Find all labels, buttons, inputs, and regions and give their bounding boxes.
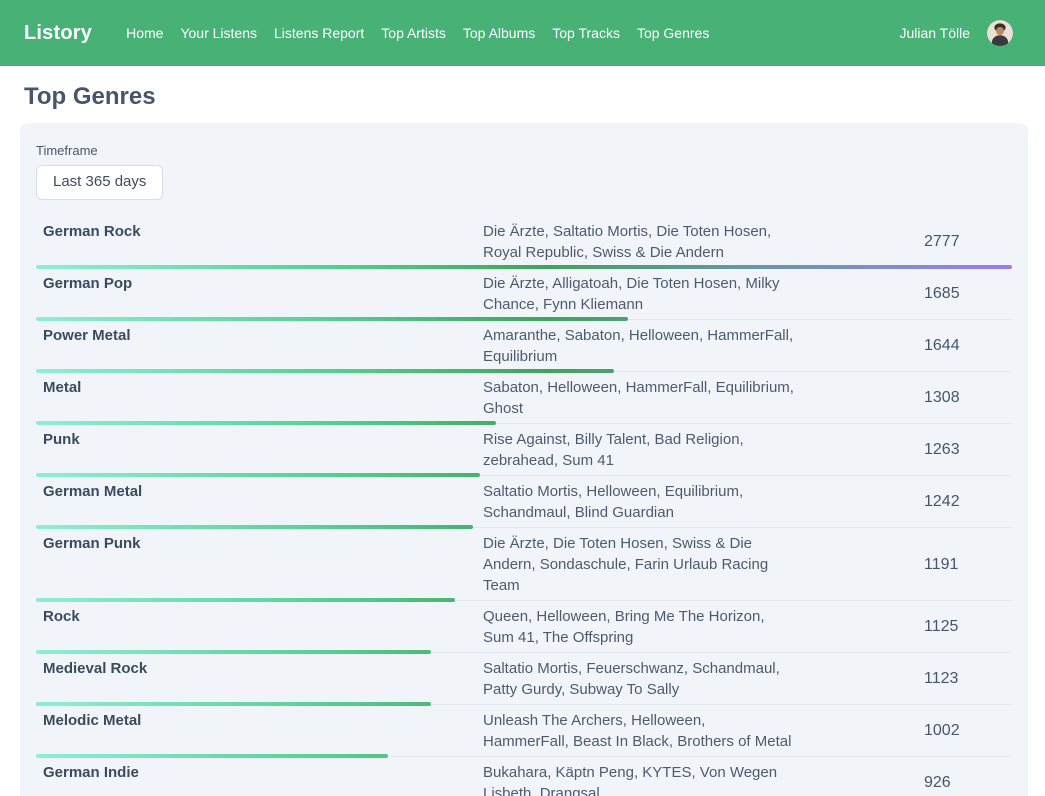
genre-count: 1308 <box>924 377 1012 419</box>
genre-bar <box>36 754 388 758</box>
genre-row: PunkRise Against, Billy Talent, Bad Reli… <box>36 424 1012 476</box>
genre-artists-text: Unleash The Archers, Helloween, HammerFa… <box>483 710 795 752</box>
genre-bar <box>36 525 473 529</box>
genre-artists: Saltatio Mortis, Feuerschwanz, Schandmau… <box>483 658 924 700</box>
genre-artists: Amaranthe, Sabaton, Helloween, HammerFal… <box>483 325 924 367</box>
genre-count: 926 <box>924 762 1012 796</box>
genre-row: German IndieBukahara, Käptn Peng, KYTES,… <box>36 757 1012 796</box>
genre-count: 1002 <box>924 710 1012 752</box>
genre-count: 1263 <box>924 429 1012 471</box>
genre-name: Melodic Metal <box>36 710 483 752</box>
user-avatar[interactable] <box>987 20 1013 46</box>
header-user-area: Julian Tölle <box>899 20 1013 46</box>
main-content: Top Genres Timeframe Last 365 days Germa… <box>0 83 1045 796</box>
nav-item-home[interactable]: Home <box>126 25 163 41</box>
genre-name: Medieval Rock <box>36 658 483 700</box>
genre-row: Power MetalAmaranthe, Sabaton, Helloween… <box>36 320 1012 372</box>
genre-count: 1644 <box>924 325 1012 367</box>
genre-artists-text: Bukahara, Käptn Peng, KYTES, Von Wegen L… <box>483 762 795 796</box>
timeframe-filter: Timeframe Last 365 days <box>36 143 1012 200</box>
genre-bar <box>36 598 455 602</box>
genre-artists-text: Sabaton, Helloween, HammerFall, Equilibr… <box>483 377 795 419</box>
genre-artists: Die Ärzte, Die Toten Hosen, Swiss & Die … <box>483 533 924 596</box>
genre-name: Power Metal <box>36 325 483 367</box>
genre-row: German RockDie Ärzte, Saltatio Mortis, D… <box>36 216 1012 268</box>
genre-artists-text: Amaranthe, Sabaton, Helloween, HammerFal… <box>483 325 795 367</box>
app-header: Listory Home Your Listens Listens Report To… <box>0 0 1045 66</box>
genre-bar <box>36 473 480 477</box>
genre-row: Melodic MetalUnleash The Archers, Hellow… <box>36 705 1012 757</box>
timeframe-select[interactable]: Last 365 days <box>36 165 163 200</box>
genre-count: 1685 <box>924 273 1012 315</box>
app-logo[interactable]: Listory <box>24 22 92 45</box>
genre-row: German PunkDie Ärzte, Die Toten Hosen, S… <box>36 528 1012 601</box>
genre-count: 1125 <box>924 606 1012 648</box>
genre-artists-text: Die Ärzte, Saltatio Mortis, Die Toten Ho… <box>483 221 795 263</box>
genre-bar <box>36 317 628 321</box>
genre-name: German Rock <box>36 221 483 263</box>
page-title: Top Genres <box>24 83 1045 111</box>
genre-bar <box>36 421 496 425</box>
nav-item-top-genres[interactable]: Top Genres <box>637 25 709 41</box>
genre-artists-text: Saltatio Mortis, Feuerschwanz, Schandmau… <box>483 658 795 700</box>
nav-item-top-artists[interactable]: Top Artists <box>381 25 446 41</box>
genre-name: Metal <box>36 377 483 419</box>
genre-artists-text: Saltatio Mortis, Helloween, Equilibrium,… <box>483 481 795 523</box>
genre-artists: Queen, Helloween, Bring Me The Horizon, … <box>483 606 924 648</box>
genre-bar <box>36 650 431 654</box>
nav-item-listens-report[interactable]: Listens Report <box>274 25 364 41</box>
avatar-image <box>987 20 1013 46</box>
genre-list: German RockDie Ärzte, Saltatio Mortis, D… <box>36 216 1012 796</box>
nav-item-top-tracks[interactable]: Top Tracks <box>552 25 620 41</box>
genre-artists: Saltatio Mortis, Helloween, Equilibrium,… <box>483 481 924 523</box>
genre-artists: Sabaton, Helloween, HammerFall, Equilibr… <box>483 377 924 419</box>
genre-row: German PopDie Ärzte, Alligatoah, Die Tot… <box>36 268 1012 320</box>
genre-count: 1123 <box>924 658 1012 700</box>
genre-count: 2777 <box>924 221 1012 263</box>
genre-artists: Die Ärzte, Alligatoah, Die Toten Hosen, … <box>483 273 924 315</box>
genre-count: 1191 <box>924 533 1012 596</box>
genre-name: German Punk <box>36 533 483 596</box>
genre-artists-text: Rise Against, Billy Talent, Bad Religion… <box>483 429 795 471</box>
genre-artists: Unleash The Archers, Helloween, HammerFa… <box>483 710 924 752</box>
genre-count: 1242 <box>924 481 1012 523</box>
genre-name: Punk <box>36 429 483 471</box>
genre-artists-text: Die Ärzte, Die Toten Hosen, Swiss & Die … <box>483 533 795 596</box>
genre-artists-text: Die Ärzte, Alligatoah, Die Toten Hosen, … <box>483 273 795 315</box>
genre-artists: Rise Against, Billy Talent, Bad Religion… <box>483 429 924 471</box>
user-name[interactable]: Julian Tölle <box>899 25 970 41</box>
genre-name: Rock <box>36 606 483 648</box>
nav-item-top-albums[interactable]: Top Albums <box>463 25 535 41</box>
genres-card: Timeframe Last 365 days German RockDie Ä… <box>20 123 1028 796</box>
genre-name: German Pop <box>36 273 483 315</box>
genre-artists: Die Ärzte, Saltatio Mortis, Die Toten Ho… <box>483 221 924 263</box>
genre-name: German Indie <box>36 762 483 796</box>
genre-artists-text: Queen, Helloween, Bring Me The Horizon, … <box>483 606 795 648</box>
genre-row: RockQueen, Helloween, Bring Me The Horiz… <box>36 601 1012 653</box>
genre-bar <box>36 265 1012 269</box>
timeframe-label: Timeframe <box>36 143 1012 158</box>
genre-bar <box>36 702 431 706</box>
nav-item-your-listens[interactable]: Your Listens <box>180 25 257 41</box>
genre-row: German MetalSaltatio Mortis, Helloween, … <box>36 476 1012 528</box>
genre-row: MetalSabaton, Helloween, HammerFall, Equ… <box>36 372 1012 424</box>
genre-bar <box>36 369 614 373</box>
genre-name: German Metal <box>36 481 483 523</box>
main-nav: Home Your Listens Listens Report Top Artist… <box>126 25 709 41</box>
genre-artists: Bukahara, Käptn Peng, KYTES, Von Wegen L… <box>483 762 924 796</box>
genre-row: Medieval RockSaltatio Mortis, Feuerschwa… <box>36 653 1012 705</box>
